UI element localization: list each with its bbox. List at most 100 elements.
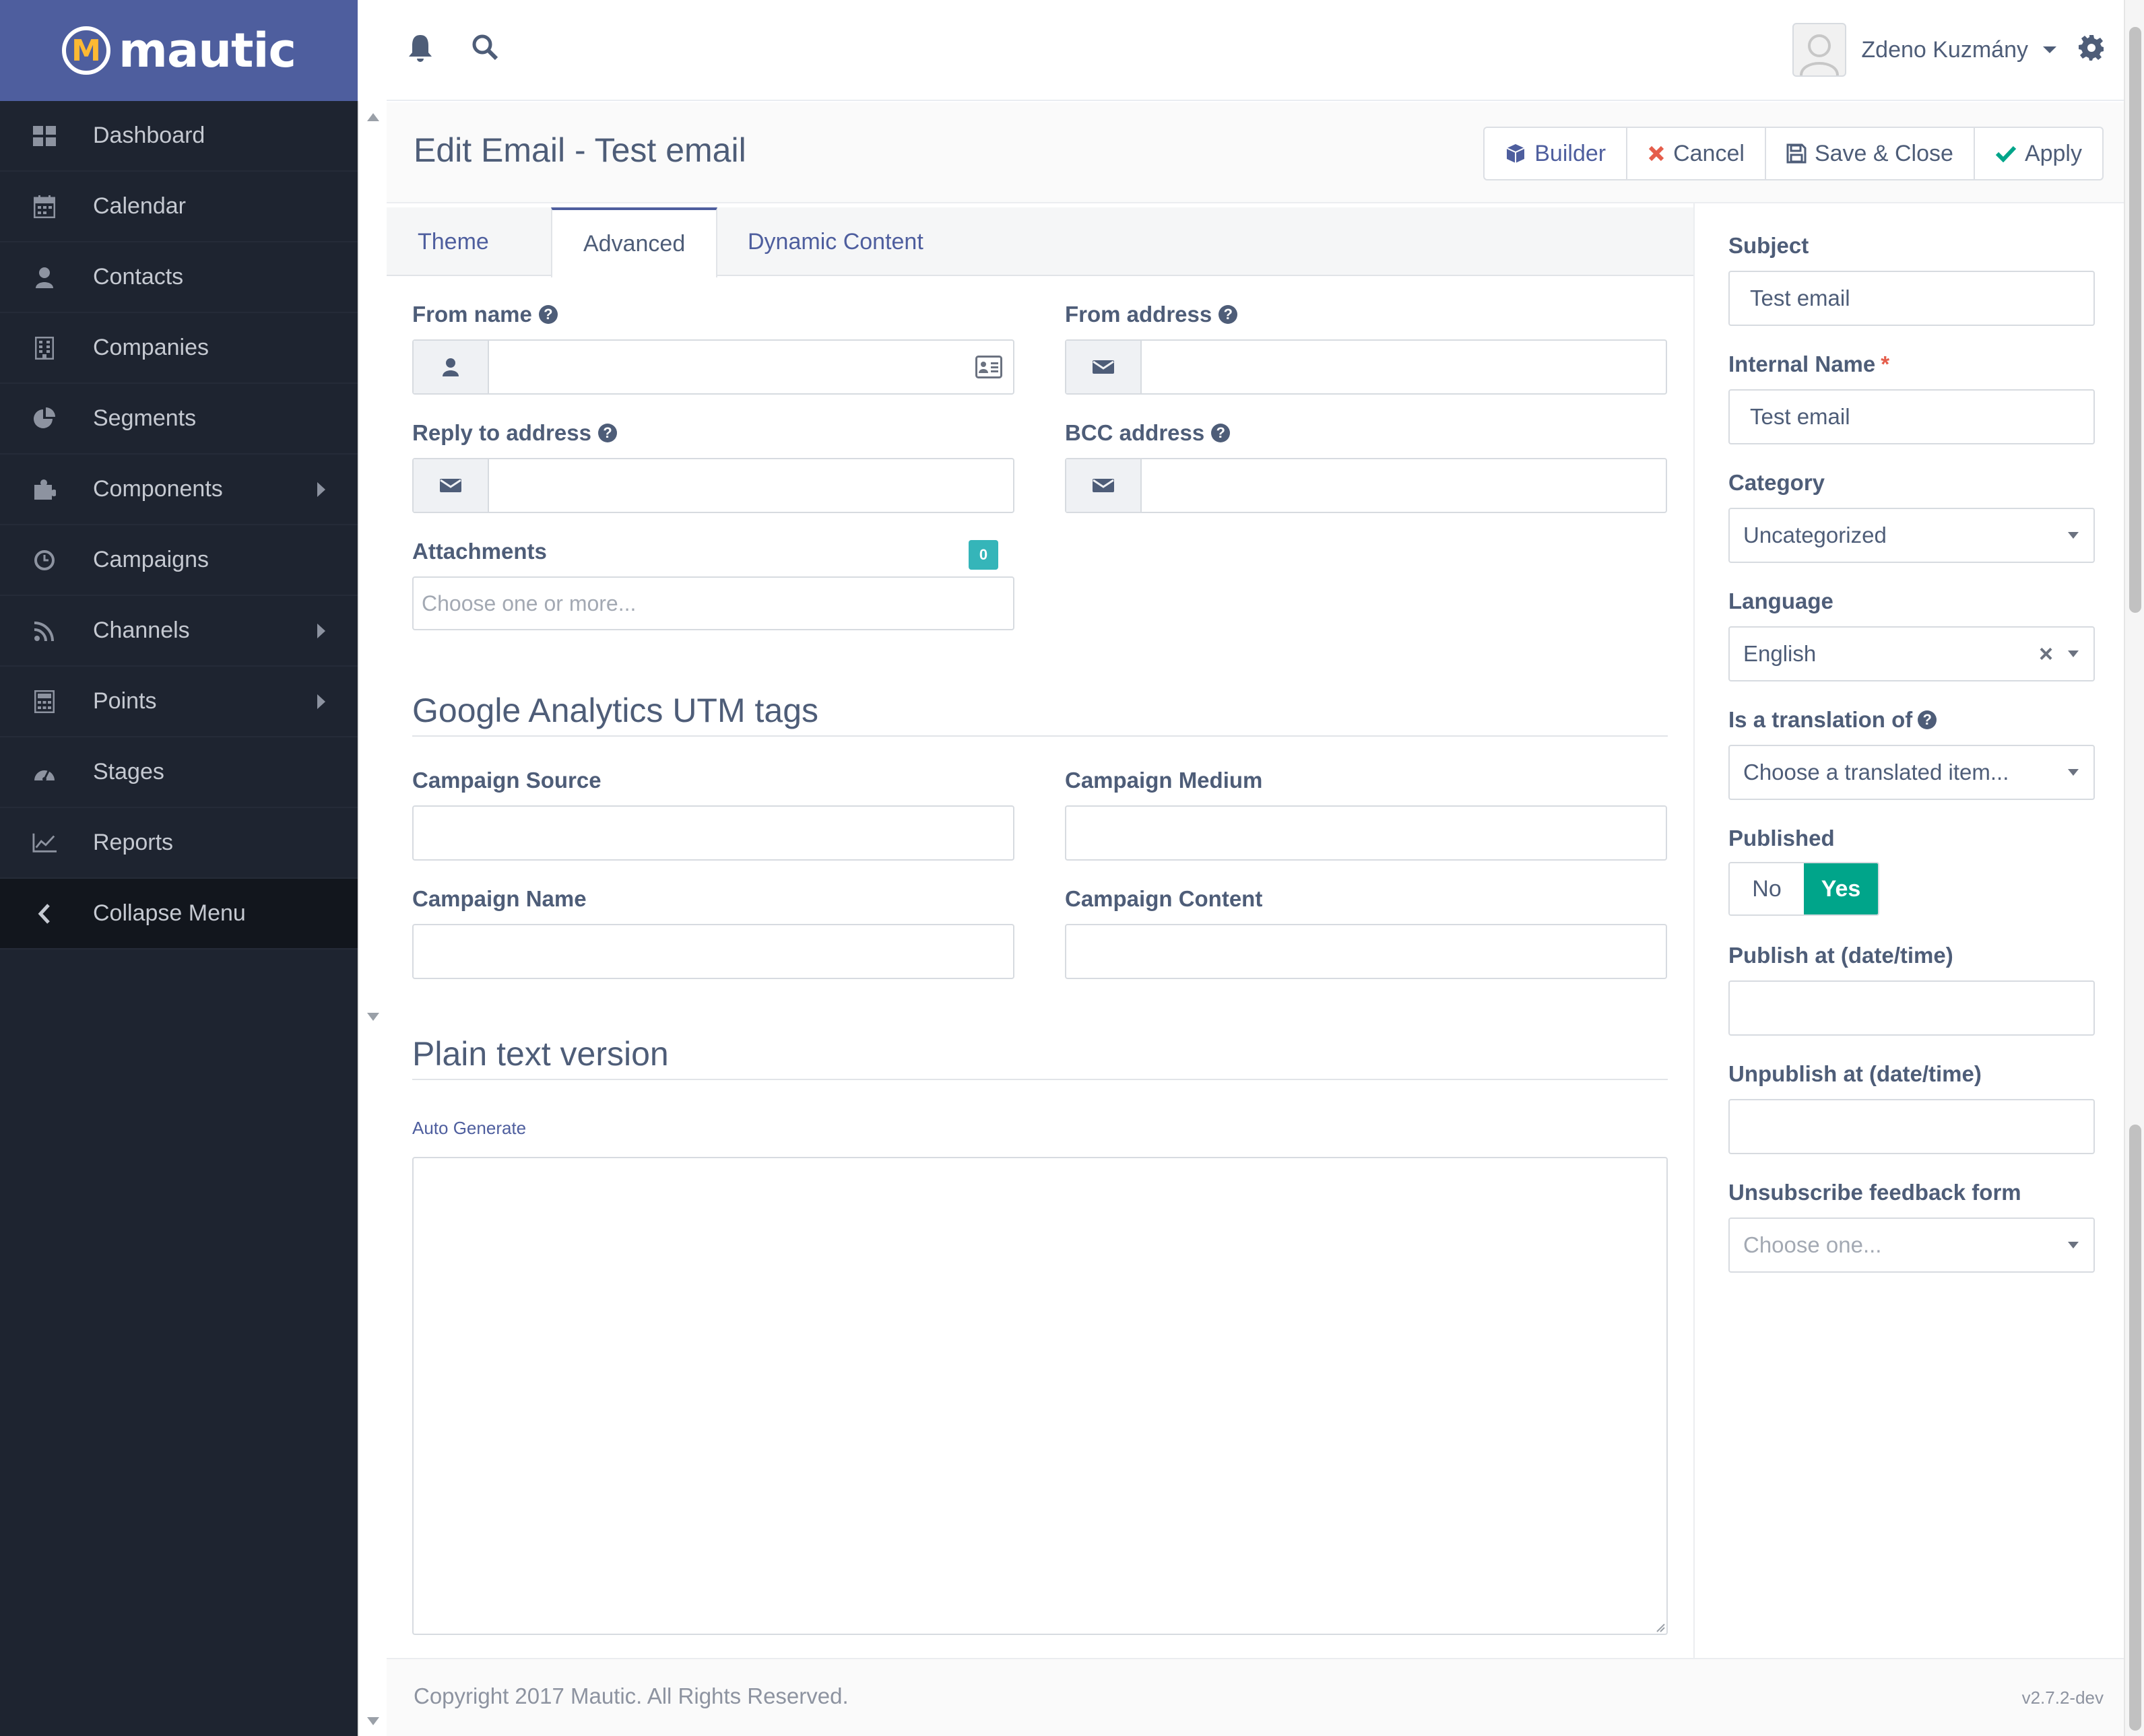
- dropdown-arrow-icon: [2068, 650, 2079, 657]
- published-toggle: No Yes: [1728, 862, 1879, 916]
- label-text: Campaign Name: [412, 886, 587, 911]
- tab-dynamic-content[interactable]: Dynamic Content: [717, 207, 954, 276]
- input-addon: [414, 341, 489, 393]
- rss-icon: [32, 619, 57, 643]
- building-icon: [32, 336, 57, 360]
- reply-to-field[interactable]: [412, 458, 1014, 513]
- from-name-field[interactable]: [412, 339, 1014, 395]
- search-icon[interactable]: [472, 34, 502, 65]
- sidebar-item-label: Contacts: [93, 264, 184, 290]
- label-text: Unpublish at (date/time): [1728, 1061, 1982, 1086]
- scroll-down-arrow-icon[interactable]: [367, 1013, 379, 1021]
- sidebar-item-dashboard[interactable]: Dashboard: [0, 101, 358, 172]
- label-text: Internal Name: [1728, 352, 1876, 376]
- sidebar-item-points[interactable]: Points: [0, 667, 358, 737]
- scroll-up-arrow-icon[interactable]: [367, 113, 379, 121]
- brand-logo[interactable]: M mautic: [0, 0, 358, 101]
- sidebar-item-segments[interactable]: Segments: [0, 384, 358, 455]
- question-circle-icon[interactable]: ?: [1918, 710, 1937, 729]
- sidebar-item-stages[interactable]: Stages: [0, 737, 358, 808]
- input-addon: [414, 459, 489, 512]
- builder-button[interactable]: Builder: [1485, 128, 1628, 179]
- question-circle-icon[interactable]: ?: [538, 305, 558, 324]
- sidebar-item-companies[interactable]: Companies: [0, 313, 358, 384]
- cancel-button[interactable]: Cancel: [1627, 128, 1766, 179]
- published-yes-option[interactable]: Yes: [1804, 863, 1878, 914]
- sidebar-item-label: Companies: [93, 335, 209, 360]
- internal-name-input[interactable]: Test email: [1728, 389, 2095, 444]
- apply-label: Apply: [2024, 140, 2082, 166]
- category-label: Category: [1728, 470, 1825, 496]
- input-value: Test email: [1750, 286, 1850, 310]
- builder-label: Builder: [1534, 140, 1606, 166]
- top-bar: Zdeno Kuzmány: [387, 0, 2124, 101]
- line-chart-icon: [32, 831, 57, 855]
- campaign-source-input[interactable]: [412, 805, 1014, 861]
- label-text: Is a translation of: [1728, 707, 1913, 732]
- campaign-name-input[interactable]: [412, 924, 1014, 979]
- campaign-content-label: Campaign Content: [1065, 886, 1262, 912]
- pie-chart-icon: [32, 407, 57, 431]
- subject-input[interactable]: Test email: [1728, 271, 2095, 326]
- save-close-button[interactable]: Save & Close: [1766, 128, 1975, 179]
- sidebar-item-channels[interactable]: Channels: [0, 596, 358, 667]
- tab-advanced[interactable]: Advanced: [551, 207, 718, 277]
- from-address-field[interactable]: [1065, 339, 1667, 395]
- published-no-option[interactable]: No: [1730, 863, 1804, 914]
- cube-icon: [1506, 144, 1525, 163]
- question-circle-icon[interactable]: ?: [1211, 424, 1231, 442]
- attachments-select[interactable]: Choose one or more...: [412, 576, 1014, 630]
- sidebar-item-contacts[interactable]: Contacts: [0, 242, 358, 313]
- required-marker: *: [1881, 352, 1890, 376]
- translation-select[interactable]: Choose a translated item...: [1728, 745, 2095, 800]
- plain-text-textarea[interactable]: [412, 1157, 1668, 1635]
- sidebar-scrollbar[interactable]: [358, 101, 387, 1736]
- sidebar-item-label: Channels: [93, 617, 190, 643]
- category-select[interactable]: Uncategorized: [1728, 508, 2095, 563]
- caret-down-icon: [2043, 46, 2056, 53]
- gear-icon[interactable]: [2078, 34, 2109, 65]
- question-circle-icon[interactable]: ?: [1219, 305, 1238, 324]
- label-text: Reply to address: [412, 420, 591, 445]
- sidebar-item-label: Segments: [93, 405, 197, 431]
- sidebar-item-label: Points: [93, 688, 157, 714]
- bcc-field[interactable]: [1065, 458, 1667, 513]
- sidebar-item-calendar[interactable]: Calendar: [0, 172, 358, 242]
- sidebar-item-reports[interactable]: Reports: [0, 808, 358, 879]
- tab-label: Theme: [418, 228, 489, 255]
- apply-button[interactable]: Apply: [1975, 128, 2102, 179]
- contact-card-icon[interactable]: [975, 356, 1002, 384]
- utm-section-title: Google Analytics UTM tags: [412, 692, 819, 729]
- unpublish-at-input[interactable]: [1728, 1099, 2095, 1154]
- collapse-menu-button[interactable]: Collapse Menu: [0, 879, 358, 949]
- from-address-label: From address ?: [1065, 302, 1238, 327]
- window-scrollbar[interactable]: [2124, 0, 2144, 1736]
- toolbar: Builder Cancel Save & Close Apply: [1483, 127, 2104, 180]
- language-select[interactable]: English ×: [1728, 626, 2095, 681]
- campaign-content-input[interactable]: [1065, 924, 1667, 979]
- scrollbar-thumb[interactable]: [2129, 1125, 2141, 1731]
- auto-generate-link[interactable]: Auto Generate: [412, 1118, 526, 1139]
- question-circle-icon[interactable]: ?: [597, 424, 617, 442]
- resize-handle-icon[interactable]: [1656, 1623, 1665, 1632]
- sidebar-item-components[interactable]: Components: [0, 455, 358, 525]
- chevron-right-icon: [317, 481, 325, 497]
- scrollbar-thumb[interactable]: [2129, 27, 2141, 613]
- campaign-medium-input[interactable]: [1065, 805, 1667, 861]
- tab-theme[interactable]: Theme: [387, 207, 520, 276]
- cancel-label: Cancel: [1673, 140, 1745, 166]
- tab-bar: Theme Advanced Dynamic Content: [387, 207, 1693, 277]
- envelope-icon: [1093, 479, 1114, 492]
- scroll-down-arrow-icon[interactable]: [367, 1717, 379, 1725]
- label-text: Campaign Medium: [1065, 768, 1263, 793]
- bell-icon[interactable]: [407, 34, 438, 65]
- attachments-count-badge: 0: [969, 540, 998, 570]
- clear-icon[interactable]: ×: [2039, 640, 2053, 668]
- user-menu[interactable]: Zdeno Kuzmány: [1792, 23, 2056, 77]
- publish-at-input[interactable]: [1728, 980, 2095, 1036]
- section-divider: [412, 1079, 1668, 1080]
- brand-name: mautic: [119, 23, 296, 78]
- sidebar-item-campaigns[interactable]: Campaigns: [0, 525, 358, 596]
- clock-icon: [32, 548, 57, 572]
- unsubscribe-form-select[interactable]: Choose one...: [1728, 1217, 2095, 1273]
